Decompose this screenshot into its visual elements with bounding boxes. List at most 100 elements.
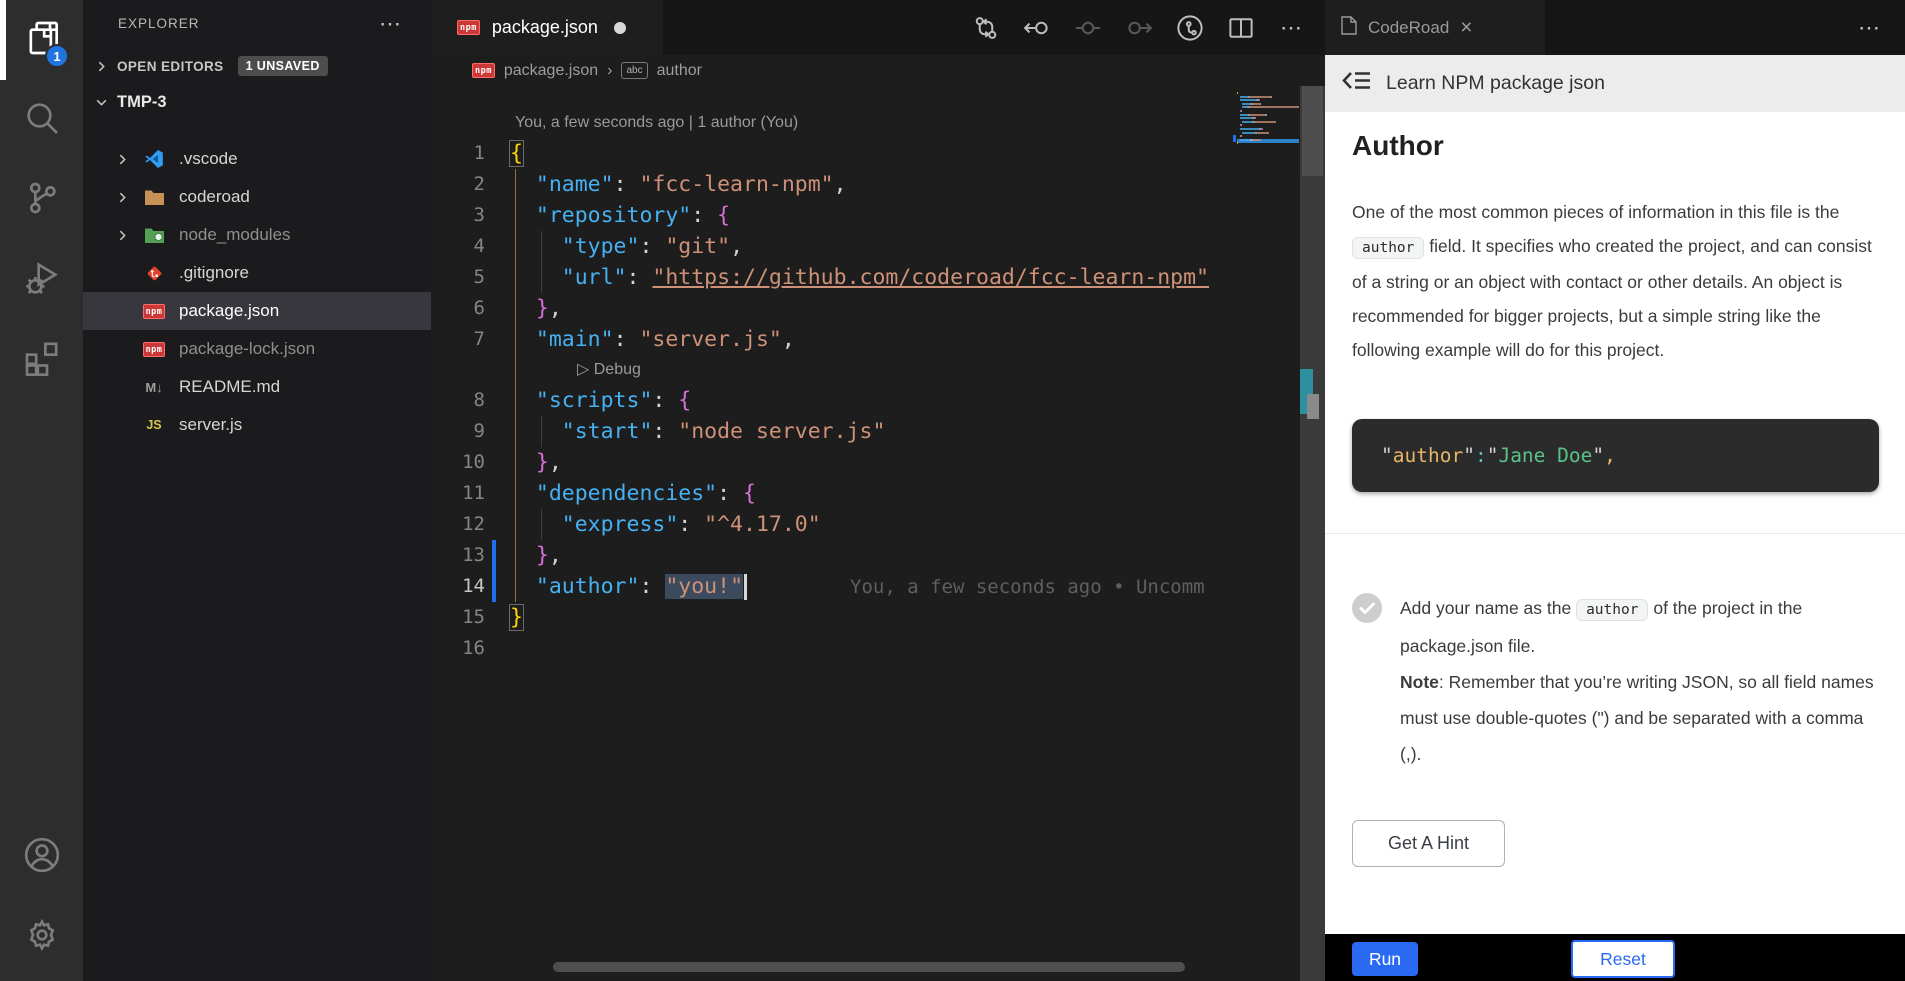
code-line-6[interactable]: 6 }, <box>431 293 1325 324</box>
file-row-.gitignore[interactable]: .gitignore <box>83 254 431 292</box>
vscode-window: 1 EXPLORER ⋯ OPEN EDITORS 1 UNSAVED TMP-… <box>0 0 1905 981</box>
file-label: .gitignore <box>179 263 249 283</box>
horizontal-scrollbar[interactable] <box>553 962 1185 972</box>
explorer-more-icon[interactable]: ⋯ <box>379 19 403 29</box>
workspace-root-row[interactable]: TMP-3 <box>83 83 431 121</box>
code-line-5[interactable]: 5 "url": "https://github.com/coderoad/fc… <box>431 262 1325 293</box>
indent-guide <box>541 416 542 447</box>
code-line-8[interactable]: 8 "scripts": { <box>431 385 1325 416</box>
line-number: 12 <box>431 509 485 540</box>
code-line-14[interactable]: 14 "author": "you!"You, a few seconds ag… <box>431 571 1325 602</box>
code-line-7[interactable]: 7 "main": "server.js", <box>431 324 1325 355</box>
activity-item-source-control[interactable] <box>0 160 83 240</box>
code-line-15[interactable]: 15} <box>431 602 1325 633</box>
close-icon[interactable]: × <box>1460 16 1472 40</box>
breadcrumb-separator: › <box>607 62 612 80</box>
task-text: Add your name as the author of the proje… <box>1400 590 1879 772</box>
code-line-13[interactable]: 13 }, <box>431 540 1325 571</box>
git-icon <box>141 264 167 283</box>
account-icon <box>22 835 62 880</box>
text-segment: : Remember that you’re writing JSON, so … <box>1400 672 1874 764</box>
minimap-line <box>1237 103 1299 105</box>
get-hint-button[interactable]: Get A Hint <box>1352 820 1505 867</box>
chevron-right-icon <box>116 191 132 204</box>
file-row-README.md[interactable]: M↓README.md <box>83 368 431 406</box>
code-line-12[interactable]: 12 "express": "^4.17.0" <box>431 509 1325 540</box>
line-number: 13 <box>431 540 485 571</box>
unsaved-badge: 1 UNSAVED <box>238 56 328 76</box>
codelens[interactable]: ▷ Debug <box>431 355 1325 385</box>
file-row-package.json[interactable]: npm package.json <box>83 292 431 330</box>
code-editor[interactable]: You, a few seconds ago | 1 author (You)1… <box>431 86 1325 981</box>
code-line-4[interactable]: 4 "type": "git", <box>431 231 1325 262</box>
file-row-.vscode[interactable]: .vscode <box>83 140 431 178</box>
codelens[interactable]: You, a few seconds ago | 1 author (You) <box>431 108 1325 138</box>
step-icon[interactable] <box>1073 13 1103 43</box>
reset-button[interactable]: Reset <box>1571 940 1675 978</box>
file-tree: .vscode coderoad node_modules .gitignore npm… <box>83 140 431 444</box>
breadcrumb-symbol[interactable]: author <box>657 62 702 80</box>
code-line-11[interactable]: 11 "dependencies": { <box>431 478 1325 509</box>
minimap[interactable] <box>1237 92 1299 150</box>
scrollbar-thumb[interactable] <box>1302 86 1323 176</box>
run-button[interactable]: Run <box>1352 942 1418 976</box>
file-label: package.json <box>179 301 279 321</box>
explorer-sidebar: EXPLORER ⋯ OPEN EDITORS 1 UNSAVED TMP-3 … <box>83 0 431 981</box>
code-token: author <box>1393 444 1463 467</box>
code-line-3[interactable]: 3 "repository": { <box>431 200 1325 231</box>
line-number: 15 <box>431 602 485 633</box>
minimap-line <box>1237 124 1299 126</box>
file-row-coderoad[interactable]: coderoad <box>83 178 431 216</box>
extensions-icon <box>22 338 62 383</box>
code-line-1[interactable]: 1{ <box>431 138 1325 169</box>
minimap-line <box>1237 146 1299 148</box>
line-number: 2 <box>431 169 485 200</box>
file-icon <box>1341 16 1357 40</box>
activity-item-search[interactable] <box>0 80 83 160</box>
vertical-scrollbar[interactable] <box>1300 86 1325 981</box>
line-number: 11 <box>431 478 485 509</box>
run-circle-icon[interactable] <box>1175 13 1205 43</box>
npm-icon: npm <box>141 304 167 319</box>
activity-item-settings[interactable] <box>0 897 83 977</box>
tab-coderoad[interactable]: CodeRoad × <box>1325 0 1545 55</box>
tab-package-json[interactable]: npm package.json <box>431 0 663 55</box>
go-back-icon[interactable] <box>1022 13 1052 43</box>
collapse-menu-icon[interactable] <box>1341 68 1372 99</box>
file-row-server.js[interactable]: JSserver.js <box>83 406 431 444</box>
source-control-icon <box>22 178 62 223</box>
activity-item-extensions[interactable] <box>0 320 83 400</box>
code-token: " <box>1463 444 1475 467</box>
go-forward-icon[interactable] <box>1124 13 1154 43</box>
editor-actions: ⋯ <box>971 0 1307 55</box>
code-line-10[interactable]: 10 }, <box>431 447 1325 478</box>
file-row-node_modules[interactable]: node_modules <box>83 216 431 254</box>
file-label: node_modules <box>179 225 291 245</box>
activity-item-files[interactable]: 1 <box>0 0 83 80</box>
more-icon[interactable]: ⋯ <box>1277 13 1307 43</box>
text-segment: One of the most common pieces of informa… <box>1352 202 1839 222</box>
gutter-modified-indicator <box>492 571 496 602</box>
code-line-16[interactable]: 16 <box>431 633 1325 664</box>
minimap-line <box>1237 106 1299 108</box>
file-label: .vscode <box>179 149 238 169</box>
editor-group: npm package.json ⋯ npm package.json › ab… <box>431 0 1325 981</box>
split-editor-icon[interactable] <box>1226 13 1256 43</box>
git-compare-icon[interactable] <box>971 13 1001 43</box>
inline-code-chip: author <box>1352 237 1424 259</box>
workspace-root-label: TMP-3 <box>117 93 167 112</box>
activity-item-account[interactable] <box>0 817 83 897</box>
panel-tabbar: CodeRoad × ⋯ <box>1325 0 1905 55</box>
line-number: 14 <box>431 571 485 602</box>
open-editors-section[interactable]: OPEN EDITORS 1 UNSAVED <box>83 49 431 83</box>
panel-tab-label: CodeRoad <box>1368 18 1449 38</box>
chevron-right-icon <box>95 60 117 73</box>
file-row-package-lock.json[interactable]: npmpackage-lock.json <box>83 330 431 368</box>
unsaved-dot-icon[interactable] <box>614 22 626 34</box>
code-line-2[interactable]: 2 "name": "fcc-learn-npm", <box>431 169 1325 200</box>
panel-more-icon[interactable]: ⋯ <box>1858 15 1883 41</box>
minimap-modified-mark <box>1233 139 1236 143</box>
code-line-9[interactable]: 9 "start": "node server.js" <box>431 416 1325 447</box>
breadcrumb-file[interactable]: package.json <box>504 62 598 80</box>
activity-item-run-debug[interactable] <box>0 240 83 320</box>
